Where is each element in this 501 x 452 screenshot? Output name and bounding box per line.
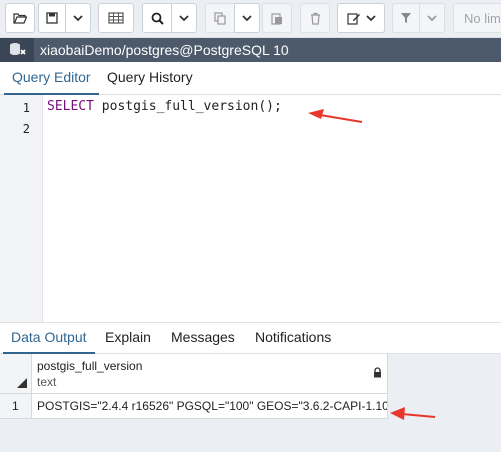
edit-button[interactable] [337, 3, 385, 33]
sql-editor[interactable]: 1 2 SELECT postgis_full_version(); [0, 95, 501, 322]
corner-triangle-icon [17, 378, 27, 388]
annotation-arrow [308, 109, 363, 123]
find-button[interactable] [142, 3, 172, 33]
save-button[interactable] [38, 3, 66, 33]
column-header[interactable]: postgis_full_version text [32, 354, 388, 394]
paste-button[interactable] [262, 3, 292, 33]
tab-notifications[interactable]: Notifications [247, 323, 339, 354]
database-icon [10, 43, 26, 55]
save-icon [46, 12, 58, 24]
tab-query-history[interactable]: Query History [99, 62, 201, 95]
lock-icon [374, 367, 381, 378]
column-name: postgis_full_version [37, 359, 143, 373]
data-output-grid: postgis_full_version text 1 POSTGIS="2.4… [0, 354, 501, 452]
open-file-button[interactable] [5, 3, 35, 33]
tab-query-editor[interactable]: Query Editor [4, 62, 99, 95]
connection-status[interactable] [0, 38, 34, 62]
filter-button[interactable] [392, 3, 420, 33]
paste-icon [271, 12, 282, 25]
annotation-arrow [390, 407, 436, 420]
editor-tabs: Query Editor Query History [0, 62, 501, 95]
row-number[interactable]: 1 [0, 394, 32, 419]
folder-open-icon [13, 13, 27, 24]
search-icon [151, 12, 164, 25]
trash-icon [310, 12, 320, 25]
copy-icon [214, 11, 226, 25]
copy-button[interactable] [205, 3, 235, 33]
tab-messages[interactable]: Messages [163, 323, 243, 354]
select-all-corner[interactable] [0, 354, 32, 394]
chevron-down-icon [365, 14, 376, 21]
grid-icon [108, 12, 124, 24]
chevron-down-icon [427, 14, 437, 21]
delete-button[interactable] [300, 3, 330, 33]
edit-icon [346, 12, 360, 25]
find-dropdown-button[interactable] [171, 3, 197, 33]
sql-code-text: postgis_full_version(); [93, 99, 282, 114]
row-limit-label: No lim [464, 10, 501, 26]
query-toolbar: No lim [0, 0, 501, 38]
copy-dropdown-button[interactable] [234, 3, 260, 33]
connection-label: xiaobaiDemo/postgres@PostgreSQL 10 [40, 42, 289, 58]
table-cell[interactable]: POSTGIS="2.4.4 r16526" PGSQL="100" GEOS=… [32, 394, 388, 419]
chevron-down-icon [179, 14, 189, 21]
filter-icon [401, 13, 411, 23]
line-number: 2 [22, 122, 30, 136]
tab-explain[interactable]: Explain [97, 323, 159, 354]
line-number: 1 [22, 101, 30, 115]
row-limit-select[interactable]: No lim [453, 3, 501, 33]
sql-code-line[interactable]: SELECT postgis_full_version(); [47, 99, 282, 114]
column-type: text [37, 375, 57, 389]
line-number-gutter: 1 2 [0, 95, 43, 322]
connection-bar: xiaobaiDemo/postgres@PostgreSQL 10 [0, 38, 501, 62]
filter-dropdown-button[interactable] [419, 3, 445, 33]
save-dropdown-button[interactable] [65, 3, 91, 33]
result-tabs: Data Output Explain Messages Notificatio… [0, 322, 501, 354]
edit-data-button[interactable] [98, 3, 134, 33]
tab-data-output[interactable]: Data Output [3, 323, 95, 354]
sql-keyword: SELECT [47, 99, 94, 114]
chevron-down-icon [242, 14, 252, 21]
chevron-down-icon [73, 14, 83, 21]
